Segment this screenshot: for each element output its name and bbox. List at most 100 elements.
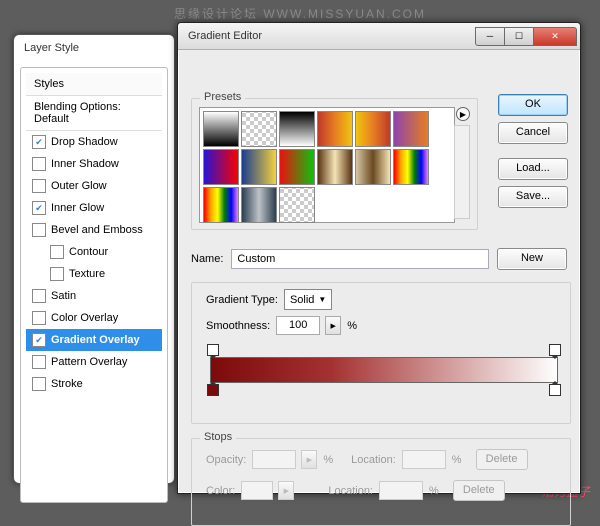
preset-swatch[interactable] (317, 149, 353, 185)
style-row-bevel-and-emboss[interactable]: Bevel and Emboss (26, 219, 162, 241)
checkbox[interactable] (50, 267, 64, 281)
load-button[interactable]: Load... (498, 158, 568, 180)
color-location-input (379, 481, 423, 500)
color-delete-button: Delete (453, 480, 505, 501)
style-label: Bevel and Emboss (51, 224, 143, 236)
smoothness-stepper[interactable]: ▶ (325, 316, 341, 335)
smoothness-input[interactable]: 100 (276, 316, 320, 335)
checkbox[interactable] (32, 179, 46, 193)
maximize-icon: ☐ (515, 31, 523, 42)
style-label: Color Overlay (51, 312, 118, 324)
style-row-inner-shadow[interactable]: Inner Shadow (26, 153, 162, 175)
watermark-top: 思缘设计论坛 WWW.MISSYUAN.COM (0, 5, 600, 22)
styles-header[interactable]: Styles (26, 73, 162, 96)
save-button[interactable]: Save... (498, 186, 568, 208)
new-button[interactable]: New (497, 248, 567, 270)
style-label: Inner Shadow (51, 158, 119, 170)
opacity-percent: % (323, 454, 333, 466)
preset-swatch[interactable] (355, 149, 391, 185)
preset-swatch[interactable] (279, 187, 315, 223)
cancel-button[interactable]: Cancel (498, 122, 568, 144)
chevron-down-icon: ▼ (318, 295, 326, 304)
layer-style-title: Layer Style (14, 35, 174, 61)
checkbox[interactable]: ✔ (32, 333, 46, 347)
presets-menu-button[interactable]: ▶ (456, 107, 470, 121)
color-stop-right[interactable] (549, 384, 561, 396)
style-row-outer-glow[interactable]: Outer Glow (26, 175, 162, 197)
preset-swatch[interactable] (279, 149, 315, 185)
close-button[interactable]: ✕ (533, 27, 577, 46)
preset-swatch[interactable] (393, 111, 429, 147)
color-stop-left[interactable] (207, 384, 219, 396)
style-label: Pattern Overlay (51, 356, 127, 368)
checkbox[interactable] (32, 223, 46, 237)
maximize-button[interactable]: ☐ (504, 27, 534, 46)
style-label: Texture (69, 268, 105, 280)
style-label: Contour (69, 246, 108, 258)
opacity-stop-left[interactable] (207, 344, 219, 356)
preset-swatch[interactable] (279, 111, 315, 147)
gradient-editor-title: Gradient Editor (178, 30, 476, 42)
preset-swatch[interactable] (203, 111, 239, 147)
preset-swatch[interactable] (393, 149, 429, 185)
preset-swatch[interactable] (241, 187, 277, 223)
style-row-contour[interactable]: Contour (26, 241, 162, 263)
style-label: Outer Glow (51, 180, 107, 192)
preset-swatch[interactable] (203, 149, 239, 185)
gradient-type-value: Solid (290, 294, 314, 306)
percent-label: % (347, 320, 357, 332)
smoothness-label: Smoothness: (206, 320, 270, 332)
preset-swatch[interactable] (241, 149, 277, 185)
style-label: Drop Shadow (51, 136, 118, 148)
checkbox[interactable] (32, 377, 46, 391)
opacity-location-input (402, 450, 446, 469)
name-input[interactable]: Custom (231, 249, 489, 269)
name-label: Name: (191, 253, 223, 265)
style-row-texture[interactable]: Texture (26, 263, 162, 285)
blending-options-row[interactable]: Blending Options: Default (26, 96, 162, 131)
presets-label: Presets (200, 91, 245, 103)
opacity-stop-right[interactable] (549, 344, 561, 356)
opacity-delete-button: Delete (476, 449, 528, 470)
titlebar[interactable]: Gradient Editor ─ ☐ ✕ (178, 23, 580, 50)
stops-label: Stops (200, 431, 236, 443)
color-swatch (241, 481, 273, 500)
style-row-gradient-overlay[interactable]: ✔ Gradient Overlay (26, 329, 162, 351)
color-stepper: ▶ (278, 481, 294, 500)
style-row-drop-shadow[interactable]: ✔ Drop Shadow (26, 131, 162, 153)
color-location-percent: % (429, 485, 439, 497)
preset-swatch[interactable] (317, 111, 353, 147)
checkbox[interactable] (50, 245, 64, 259)
checkbox[interactable] (32, 355, 46, 369)
gradient-type-select[interactable]: Solid ▼ (284, 289, 332, 310)
gradient-bar[interactable] (210, 357, 558, 383)
opacity-input (252, 450, 296, 469)
style-row-pattern-overlay[interactable]: Pattern Overlay (26, 351, 162, 373)
minimize-button[interactable]: ─ (475, 27, 505, 46)
preset-swatch[interactable] (355, 111, 391, 147)
preset-list (199, 107, 455, 223)
style-row-inner-glow[interactable]: ✔ Inner Glow (26, 197, 162, 219)
opacity-stepper: ▶ (301, 450, 317, 469)
preset-swatch[interactable] (203, 187, 239, 223)
checkbox[interactable] (32, 157, 46, 171)
gradient-settings-group: Gradient Type: Solid ▼ Smoothness: 100 ▶… (191, 282, 571, 424)
triangle-right-icon: ▶ (460, 110, 466, 119)
presets-group: Presets ▶ (191, 98, 478, 230)
opacity-label: Opacity: (206, 454, 246, 466)
ok-button[interactable]: OK (498, 94, 568, 116)
checkbox[interactable] (32, 289, 46, 303)
style-label: Gradient Overlay (51, 334, 140, 346)
style-label: Satin (51, 290, 76, 302)
checkbox[interactable]: ✔ (32, 201, 46, 215)
style-label: Inner Glow (51, 202, 104, 214)
close-icon: ✕ (551, 31, 559, 42)
style-row-satin[interactable]: Satin (26, 285, 162, 307)
checkbox[interactable]: ✔ (32, 135, 46, 149)
style-row-stroke[interactable]: Stroke (26, 373, 162, 395)
styles-panel: Styles Blending Options: Default ✔ Drop S… (26, 73, 162, 395)
preset-swatch[interactable] (241, 111, 277, 147)
style-row-color-overlay[interactable]: Color Overlay (26, 307, 162, 329)
checkbox[interactable] (32, 311, 46, 325)
presets-scrollbar[interactable] (454, 125, 470, 219)
